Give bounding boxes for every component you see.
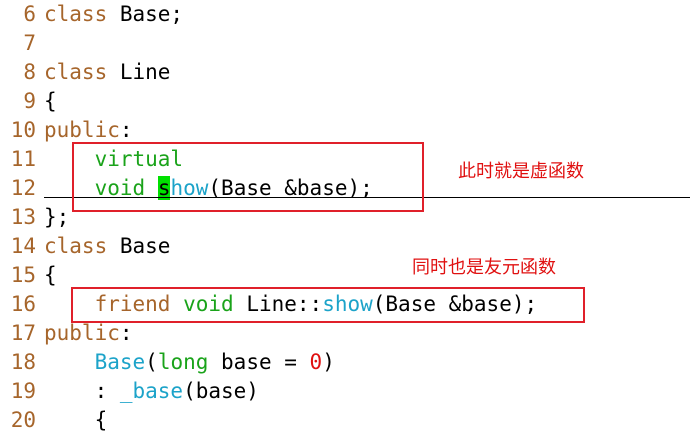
code-token: Line	[107, 60, 171, 84]
code-text: {	[44, 87, 57, 116]
virtual-annotation: 此时就是虚函数	[458, 161, 584, 182]
line-number: 7	[23, 31, 36, 55]
code-line[interactable]: 8 class Line	[0, 58, 690, 87]
code-token: public	[44, 321, 120, 345]
code-token: long	[157, 350, 209, 374]
code-token: public	[44, 118, 120, 142]
code-text: Base(long base = 0)	[44, 348, 335, 377]
code-text: class Base;	[44, 0, 183, 29]
code-line[interactable]: 14 class Base	[0, 232, 690, 261]
code-token: {	[44, 263, 57, 287]
code-token: (base)	[183, 379, 259, 403]
line-number: 15	[10, 263, 36, 287]
code-token: Base;	[107, 2, 184, 26]
code-text: public:	[44, 116, 133, 145]
code-text: {	[44, 261, 57, 290]
code-token: Base	[94, 350, 146, 374]
code-line[interactable]: 19 : _base(base)	[0, 377, 690, 406]
line-number: 9	[23, 89, 36, 113]
code-line[interactable]: 9{	[0, 87, 690, 116]
code-token: {	[44, 408, 108, 432]
code-token: :	[119, 118, 133, 142]
code-text: class Base	[44, 232, 170, 261]
line-number: 19	[10, 379, 36, 403]
line-number: 8	[23, 60, 36, 84]
code-text: class Line	[44, 58, 170, 87]
line-number: 14	[10, 234, 36, 258]
code-token: class	[44, 234, 108, 258]
code-token: 0	[309, 350, 323, 374]
line-number: 18	[10, 350, 36, 374]
code-token: {	[44, 89, 57, 113]
code-token: };	[44, 205, 70, 229]
code-line[interactable]: 18 Base(long base = 0)	[0, 348, 690, 377]
line-number: 17	[10, 321, 36, 345]
line-number: 16	[10, 292, 36, 316]
code-text: : _base(base)	[44, 377, 259, 406]
code-editor[interactable]: 6 class Base; 7 8 class Line 9{10 public: 11 vi…	[0, 0, 690, 432]
line-number: 13	[10, 205, 36, 229]
code-token: base =	[208, 350, 310, 374]
friend-annotation: 同时也是友元函数	[412, 257, 556, 278]
code-token: class	[44, 60, 108, 84]
code-text: {	[44, 406, 108, 435]
code-line[interactable]: 17 public:	[0, 319, 690, 348]
code-text: };	[44, 203, 69, 232]
code-line[interactable]: 10 public:	[0, 116, 690, 145]
code-token: :	[44, 379, 120, 403]
code-token: _base	[119, 379, 184, 403]
code-token: class	[44, 2, 108, 26]
code-token: (	[145, 350, 158, 374]
line-number: 6	[23, 2, 36, 26]
line-number: 11	[10, 147, 36, 171]
friend-highlight-box	[71, 287, 585, 323]
code-line[interactable]: 6 class Base;	[0, 0, 690, 29]
code-token: :	[119, 321, 133, 345]
virtual-highlight-box	[72, 142, 424, 212]
code-line[interactable]: 15 {	[0, 261, 690, 290]
code-line[interactable]: 7	[0, 29, 690, 58]
code-token: Base	[107, 234, 171, 258]
code-token: )	[322, 350, 335, 374]
code-line[interactable]: 20 {	[0, 406, 690, 435]
line-number: 20	[10, 408, 36, 432]
line-number: 10	[10, 118, 36, 142]
line-number: 12	[10, 176, 36, 200]
code-text: public:	[44, 319, 133, 348]
